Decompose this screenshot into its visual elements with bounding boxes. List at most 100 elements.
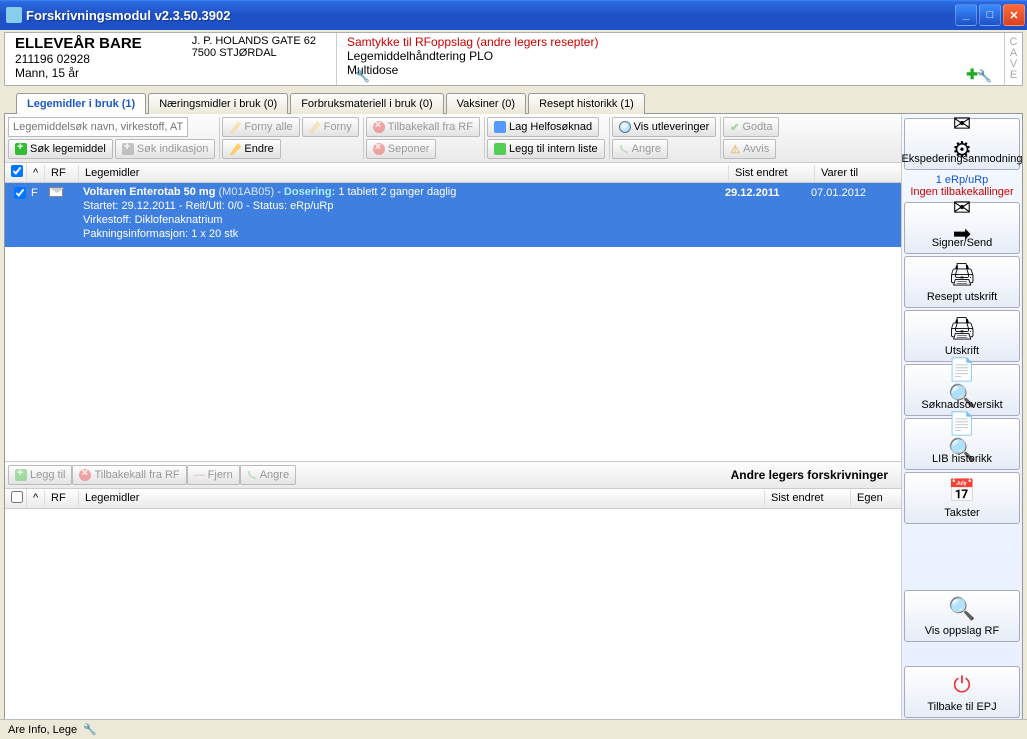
forny-button[interactable]: Forny: [302, 117, 359, 137]
sok-indikasjon-button[interactable]: Søk indikasjon: [115, 139, 216, 159]
tab-naeringsmidler[interactable]: Næringsmidler i bruk (0): [148, 93, 288, 114]
row-line3: Virkestoff: Diklofenaknatrium: [83, 213, 725, 227]
document-search-icon: 📄🔍: [946, 369, 978, 397]
magnify-plus-icon: 🔍: [946, 595, 978, 623]
main-content: Søk legemiddel Søk indikasjon Forny alle…: [4, 113, 1023, 723]
row-sist-endret: 29.12.2011: [725, 185, 811, 241]
notice-multidose: Multidose: [347, 63, 598, 77]
titlebar: Forskrivningsmodul v2.3.50.3902 _ □ ✕: [0, 0, 1027, 30]
statusbar: Are Info, Lege 🔧: [0, 719, 1027, 739]
row-body: Voltaren Enterotab 50 mg (M01AB05) - Dos…: [83, 185, 725, 241]
maximize-button[interactable]: □: [979, 4, 1001, 26]
tabs: Legemidler i bruk (1) Næringsmidler i br…: [4, 92, 1023, 113]
angre-button[interactable]: Angre: [612, 139, 668, 159]
legg-til-button[interactable]: Legg til: [8, 465, 72, 485]
lower-header-rf[interactable]: RF: [45, 490, 79, 506]
printer-icon: 🖨: [946, 315, 978, 343]
envelope-send-icon: ✉➡: [946, 207, 978, 235]
tilbakekall-rf-lower-button[interactable]: Tilbakekall fra RF: [72, 465, 186, 485]
printer-icon: 🖨: [946, 261, 978, 289]
search-input[interactable]: [8, 117, 188, 137]
header-sort[interactable]: ^: [27, 165, 45, 181]
header-varer-til[interactable]: Varer til: [815, 165, 901, 181]
recall-icon: [79, 469, 91, 481]
angre-lower-button[interactable]: Angre: [240, 465, 296, 485]
plus-icon: [15, 143, 27, 155]
row-varer-til: 07.01.2012: [811, 185, 897, 241]
header-checkbox[interactable]: [5, 163, 27, 182]
soknadsoversikt-button[interactable]: 📄🔍 Søknadsoversikt: [904, 364, 1020, 416]
power-icon: ⏻: [946, 671, 978, 699]
pencil-icon: [229, 121, 241, 133]
patient-name: ELLEVEÅR BARE: [15, 35, 142, 52]
takster-button[interactable]: 📅 Takster: [904, 472, 1020, 524]
cave-column: CAVE: [1004, 33, 1022, 85]
wrench-icon-2[interactable]: 🔧: [977, 69, 992, 83]
lower-header-sist-endret[interactable]: Sist endret: [765, 490, 851, 506]
lower-header-checkbox[interactable]: [5, 489, 27, 508]
signer-send-button[interactable]: ✉➡ Signer/Send: [904, 202, 1020, 254]
patient-header: ELLEVEÅR BARE 211196 02928 Mann, 15 år J…: [4, 32, 1023, 86]
tilbake-epj-button[interactable]: ⏻ Tilbake til EPJ: [904, 666, 1020, 718]
forny-alle-button[interactable]: Forny alle: [222, 117, 299, 137]
document-search-icon: 📄🔍: [946, 423, 978, 451]
header-rf[interactable]: RF: [45, 165, 79, 181]
undo-icon: [618, 144, 629, 153]
undo-icon: [246, 470, 257, 479]
legg-intern-button[interactable]: Legg til intern liste: [487, 139, 605, 159]
stop-icon: [373, 143, 385, 155]
plus-icon: [122, 143, 134, 155]
minimize-button[interactable]: _: [955, 4, 977, 26]
notice-plo: Legemiddelhåndtering PLO: [347, 49, 598, 63]
notice-consent: Samtykke til RFoppslag (andre legers res…: [347, 35, 598, 49]
endre-button[interactable]: Endre: [222, 139, 280, 159]
row-rf: [49, 185, 83, 241]
resept-utskrift-button[interactable]: 🖨 Resept utskrift: [904, 256, 1020, 308]
pencil-icon: [229, 143, 241, 155]
plus-icon: [15, 469, 27, 481]
app-icon: [6, 7, 22, 23]
wrench-icon[interactable]: 🔧: [83, 723, 97, 736]
utskrift-button[interactable]: 🖨 Utskrift: [904, 310, 1020, 362]
patient-id: 211196 02928: [15, 52, 142, 66]
lower-toolbar: Legg til Tilbakekall fra RF —Fjern Angre…: [5, 461, 901, 489]
header-legemidler[interactable]: Legemidler: [79, 165, 729, 181]
prescription-row[interactable]: F Voltaren Enterotab 50 mg (M01AB05) - D…: [5, 183, 901, 247]
header-sist-endret[interactable]: Sist endret: [729, 165, 815, 181]
helfo-icon: [494, 121, 506, 133]
row-checkbox[interactable]: [9, 185, 31, 241]
tab-resept-historikk[interactable]: Resept historikk (1): [528, 93, 645, 114]
vis-utleveringer-button[interactable]: Vis utleveringer: [612, 117, 717, 137]
lower-header-sort[interactable]: ^: [27, 490, 45, 506]
close-button[interactable]: ✕: [1003, 4, 1025, 26]
status-text: Are Info, Lege: [8, 724, 77, 736]
tab-legemidler[interactable]: Legemidler i bruk (1): [16, 93, 146, 114]
tab-forbruksmateriell[interactable]: Forbruksmateriell i bruk (0): [290, 93, 443, 114]
vis-oppslag-rf-button[interactable]: 🔍 Vis oppslag RF: [904, 590, 1020, 642]
lib-historikk-button[interactable]: 📄🔍 LIB historikk: [904, 418, 1020, 470]
envelope-gear-icon: ✉⚙: [946, 123, 978, 151]
seponer-button[interactable]: Seponer: [366, 139, 437, 159]
wrench-icon[interactable]: 🔧: [355, 69, 370, 83]
fjern-button[interactable]: —Fjern: [187, 465, 240, 485]
ekspederingsanmodning-button[interactable]: ✉⚙ Ekspederingsanmodning: [904, 118, 1020, 170]
tab-vaksiner[interactable]: Vaksiner (0): [446, 93, 526, 114]
lag-helfo-button[interactable]: Lag Helfosøknad: [487, 117, 599, 137]
tilbakekall-rf-button[interactable]: Tilbakekall fra RF: [366, 117, 480, 137]
calculator-icon: 📅: [946, 477, 978, 505]
avvis-button[interactable]: ⚠Avvis: [723, 139, 776, 159]
row-flag: F: [31, 185, 49, 241]
lower-header-legemidler[interactable]: Legemidler: [79, 490, 765, 506]
godta-button[interactable]: ✔Godta: [723, 117, 779, 137]
recall-icon: [373, 121, 385, 133]
patient-age: Mann, 15 år: [15, 66, 142, 80]
window-title: Forskrivningsmodul v2.3.50.3902: [26, 8, 953, 23]
column-headers: ^ RF Legemidler Sist endret Varer til: [5, 163, 901, 183]
envelope-icon: [49, 187, 63, 197]
lower-header-egen[interactable]: Egen: [851, 490, 901, 506]
sok-legemiddel-button[interactable]: Søk legemiddel: [8, 139, 113, 159]
list-icon: [494, 143, 506, 155]
address-line2: 7500 STJØRDAL: [192, 47, 316, 59]
lower-section-title: Andre legers forskrivninger: [296, 468, 898, 482]
lower-list-area: [5, 509, 901, 723]
